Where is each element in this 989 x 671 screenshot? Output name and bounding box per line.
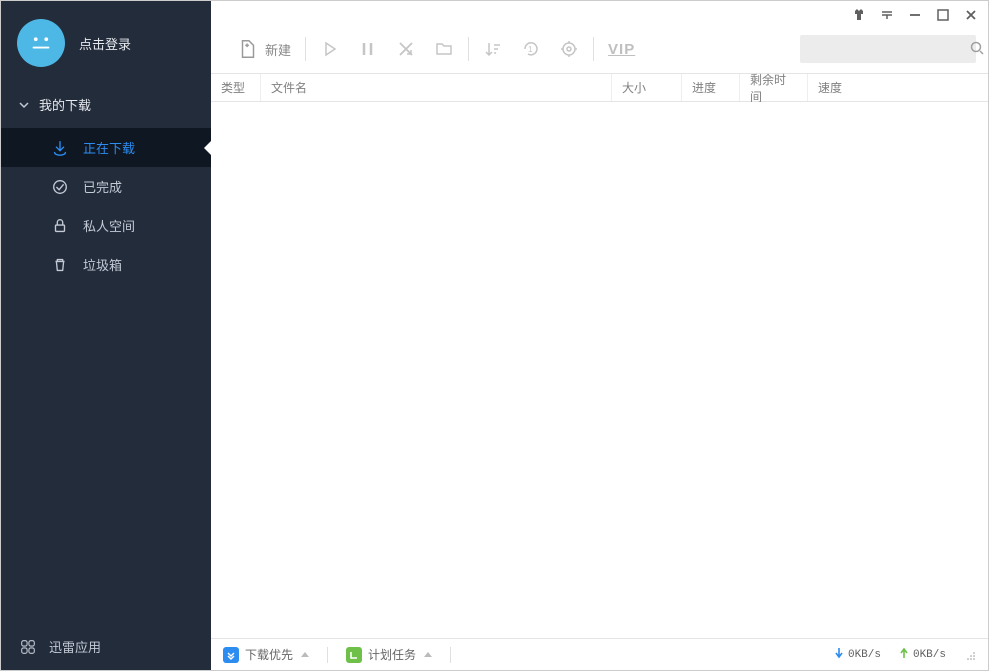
sidebar-item-label: 私人空间	[83, 216, 135, 235]
resize-grip[interactable]	[964, 649, 976, 661]
column-headers: 类型 文件名 大小 进度 剩余时间 速度	[211, 74, 988, 102]
sort-button[interactable]	[483, 39, 503, 59]
column-progress[interactable]: 进度	[682, 74, 740, 101]
dropdown-indicator-icon	[424, 652, 432, 657]
dropdown-indicator-icon	[301, 652, 309, 657]
vip-icon: VIP	[608, 41, 635, 58]
upload-speed: 0KB/s	[899, 647, 946, 663]
sidebar-footer-label: 迅雷应用	[49, 637, 101, 656]
skin-icon[interactable]	[852, 8, 866, 22]
close-button[interactable]	[964, 8, 978, 22]
sidebar-item-downloading[interactable]: 正在下载	[1, 128, 211, 167]
arrow-up-icon	[899, 647, 909, 663]
sidebar-item-trash[interactable]: 垃圾箱	[1, 245, 211, 284]
down-speed-value: 0KB/s	[848, 649, 881, 661]
sidebar: 点击登录 我的下载 正在下载	[1, 1, 211, 670]
trash-icon	[51, 256, 69, 274]
open-folder-button[interactable]	[434, 39, 454, 59]
play-icon	[320, 39, 340, 59]
titlebar	[211, 1, 988, 29]
user-area[interactable]: 点击登录	[1, 1, 211, 87]
svg-text:1: 1	[528, 45, 533, 54]
login-link[interactable]: 点击登录	[79, 34, 131, 53]
nav-section-header[interactable]: 我的下载	[1, 87, 211, 122]
column-speed[interactable]: 速度	[808, 74, 988, 101]
lock-icon	[51, 217, 69, 235]
download-list	[211, 102, 988, 638]
search-box[interactable]	[800, 35, 976, 63]
new-task-button[interactable]: 新建	[237, 38, 291, 60]
delete-button[interactable]	[396, 39, 416, 59]
settings-button[interactable]	[559, 39, 579, 59]
new-task-label: 新建	[265, 40, 291, 59]
arrow-down-icon	[834, 647, 844, 663]
separator	[327, 647, 328, 663]
schedule-label: 计划任务	[368, 646, 416, 663]
nav-items: 正在下载 已完成 私人空间	[1, 128, 211, 284]
column-size[interactable]: 大小	[612, 74, 682, 101]
check-circle-icon	[51, 178, 69, 196]
toolbar: 新建	[211, 29, 988, 74]
sidebar-footer[interactable]: 迅雷应用	[1, 623, 211, 670]
sort-icon	[483, 39, 503, 59]
sidebar-item-label: 垃圾箱	[83, 255, 122, 274]
smiley-icon	[26, 28, 56, 58]
priority-label: 下载优先	[245, 646, 293, 663]
up-speed-value: 0KB/s	[913, 649, 946, 661]
nav-section-label: 我的下载	[39, 95, 91, 114]
download-priority-button[interactable]: 下载优先	[223, 646, 309, 663]
main-area: 新建	[211, 1, 988, 670]
download-icon	[51, 139, 69, 157]
statusbar: 下载优先 计划任务 0KB/s	[211, 638, 988, 670]
statusbar-right: 0KB/s 0KB/s	[834, 647, 976, 663]
apps-icon	[19, 638, 37, 656]
nav-section: 我的下载 正在下载 已完成	[1, 87, 211, 284]
vip-button[interactable]: VIP	[608, 41, 635, 58]
folder-icon	[434, 39, 454, 59]
app-window: 点击登录 我的下载 正在下载	[0, 0, 989, 671]
separator	[450, 647, 451, 663]
start-button[interactable]	[320, 39, 340, 59]
column-remaining[interactable]: 剩余时间	[740, 74, 808, 101]
sidebar-item-completed[interactable]: 已完成	[1, 167, 211, 206]
minimize-button[interactable]	[908, 8, 922, 22]
pause-button[interactable]	[358, 39, 378, 59]
refresh-button[interactable]: 1	[521, 39, 541, 59]
search-icon[interactable]	[969, 40, 985, 59]
chevron-down-icon	[19, 100, 29, 110]
avatar[interactable]	[17, 19, 65, 67]
schedule-badge-icon	[346, 647, 362, 663]
download-speed: 0KB/s	[834, 647, 881, 663]
sidebar-item-label: 已完成	[83, 177, 122, 196]
maximize-button[interactable]	[936, 8, 950, 22]
sidebar-item-private[interactable]: 私人空间	[1, 206, 211, 245]
column-type[interactable]: 类型	[211, 74, 261, 101]
column-filename[interactable]: 文件名	[261, 74, 612, 101]
menu-icon[interactable]	[880, 8, 894, 22]
search-input[interactable]	[808, 42, 963, 56]
new-file-icon	[237, 38, 259, 60]
priority-badge-icon	[223, 647, 239, 663]
pause-icon	[358, 39, 378, 59]
gear-icon	[559, 39, 579, 59]
delete-icon	[396, 39, 416, 59]
schedule-button[interactable]: 计划任务	[346, 646, 432, 663]
sidebar-item-label: 正在下载	[83, 138, 135, 157]
refresh-icon: 1	[521, 39, 541, 59]
